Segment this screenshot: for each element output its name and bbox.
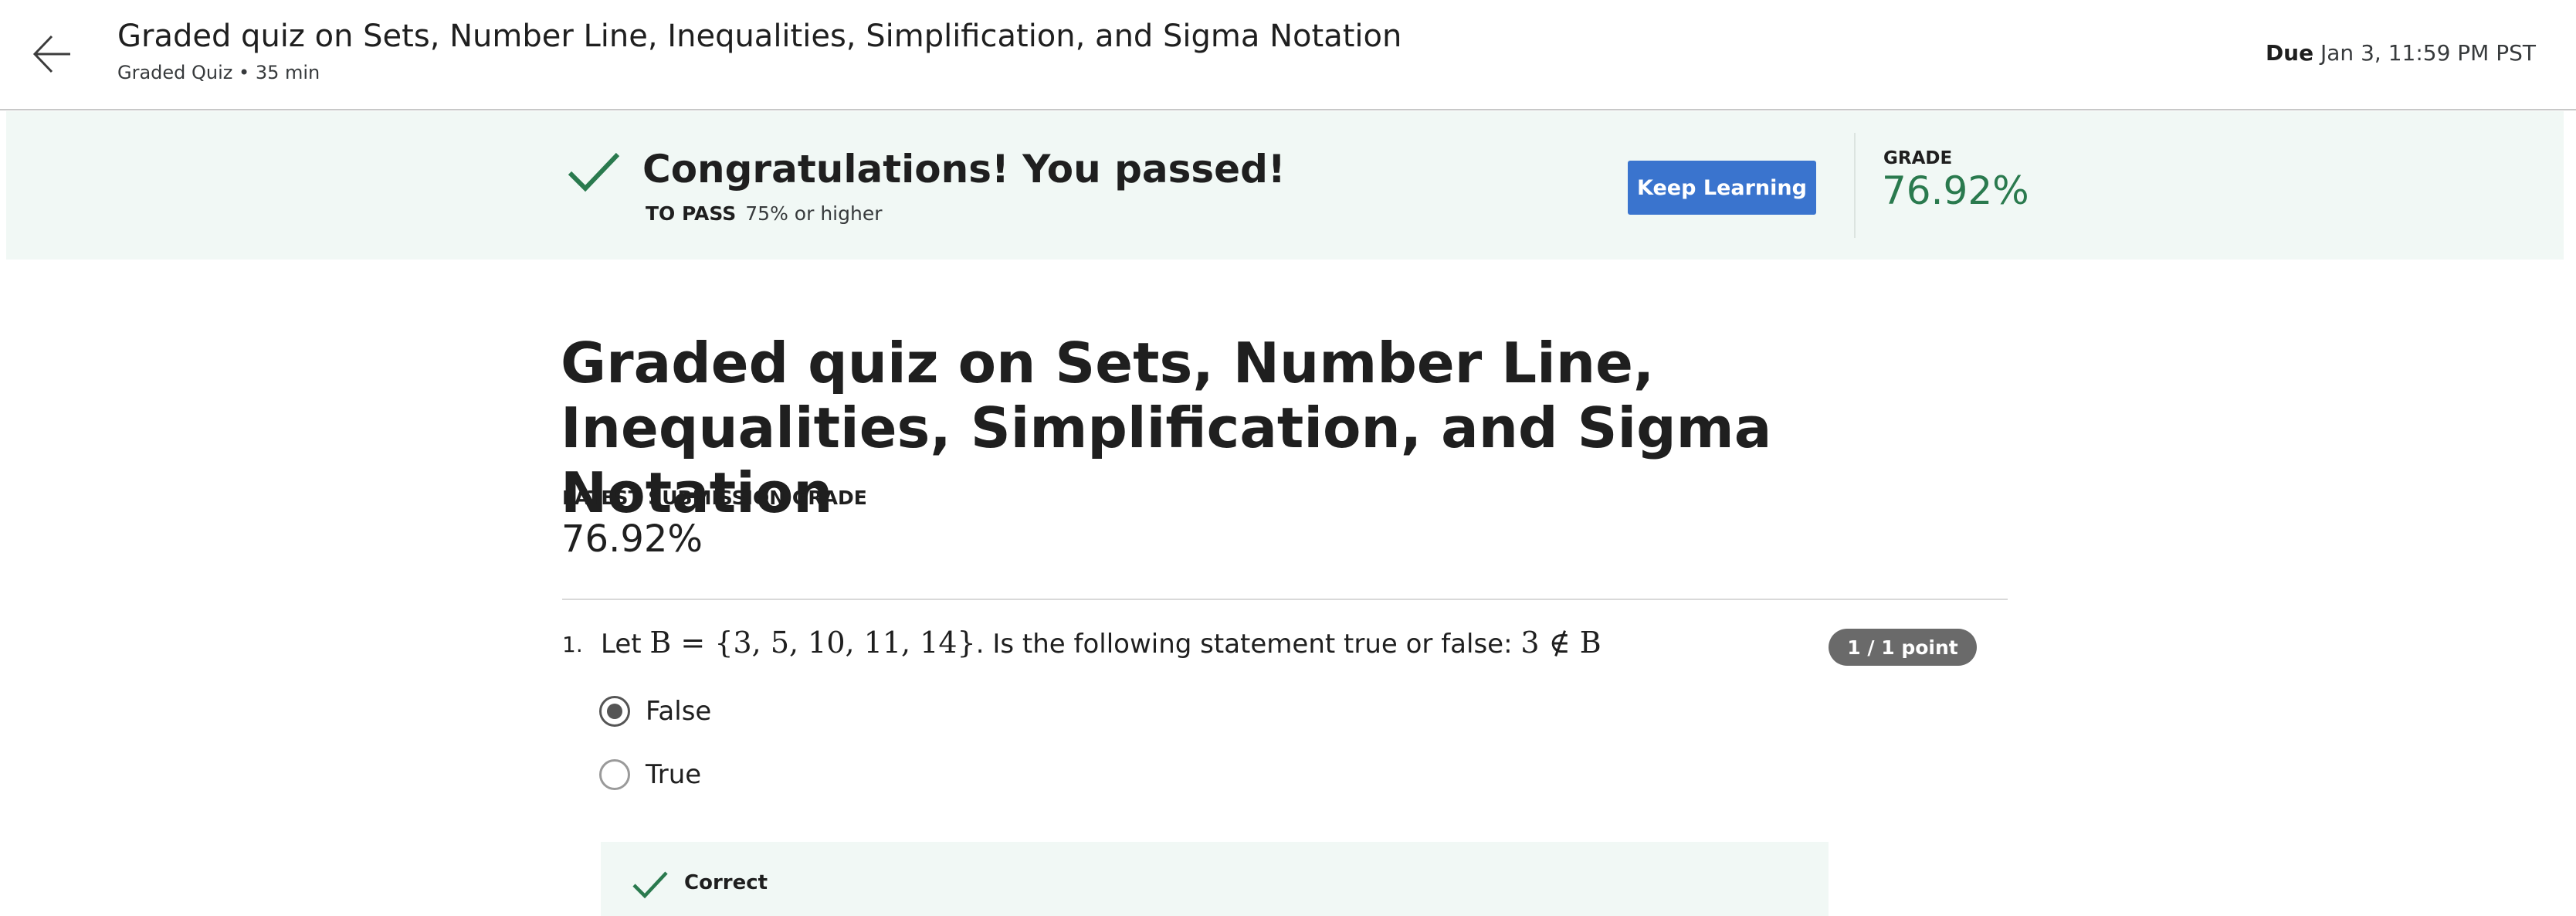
option-label: False	[646, 696, 712, 727]
divider	[1854, 133, 1856, 238]
math-statement: 3 ∉ B	[1520, 626, 1602, 660]
feedback-status: Correct	[684, 871, 768, 894]
radio-unselected-icon[interactable]	[599, 759, 630, 790]
option-false[interactable]: False	[599, 694, 711, 729]
latest-grade-value: 76.92%	[561, 517, 703, 561]
latest-grade-label: LATEST SUBMISSION GRADE	[562, 487, 867, 509]
question-text-prefix: Let	[601, 629, 650, 660]
due-date: Due Jan 3, 11:59 PM PST	[2266, 40, 2536, 66]
header-title: Graded quiz on Sets, Number Line, Inequa…	[117, 19, 1402, 54]
back-button[interactable]	[28, 29, 77, 79]
grade-value: 76.92%	[1882, 168, 2029, 213]
to-pass-info: TO PASS 75% or higher	[646, 202, 882, 225]
to-pass-label: TO PASS	[646, 202, 737, 225]
feedback-box: Correct	[601, 842, 1829, 916]
pass-message: Congratulations! You passed!	[642, 147, 1286, 192]
math-set: B = {3, 5, 10, 11, 14}	[649, 626, 976, 660]
points-badge: 1 / 1 point	[1829, 629, 1977, 666]
keep-learning-button[interactable]: Keep Learning	[1628, 161, 1816, 215]
check-icon	[632, 871, 668, 899]
divider	[562, 599, 2008, 600]
arrow-left-icon	[32, 35, 70, 73]
option-label: True	[646, 759, 702, 790]
question-text: Let B = {3, 5, 10, 11, 14}. Is the follo…	[601, 626, 1602, 660]
question-number: 1.	[562, 632, 583, 657]
check-icon	[568, 152, 620, 192]
radio-selected-icon[interactable]	[599, 696, 630, 727]
question-text-middle: . Is the following statement true or fal…	[975, 629, 1521, 660]
quiz-header: Graded quiz on Sets, Number Line, Inequa…	[0, 0, 2576, 110]
option-true[interactable]: True	[599, 757, 701, 792]
grade-label: GRADE	[1883, 148, 1953, 168]
to-pass-value: 75% or higher	[745, 202, 883, 225]
header-subtitle: Graded Quiz • 35 min	[117, 62, 320, 83]
due-value: Jan 3, 11:59 PM PST	[2320, 40, 2536, 66]
pass-banner: Congratulations! You passed! TO PASS 75% …	[6, 111, 2564, 260]
due-label: Due	[2265, 40, 2314, 66]
